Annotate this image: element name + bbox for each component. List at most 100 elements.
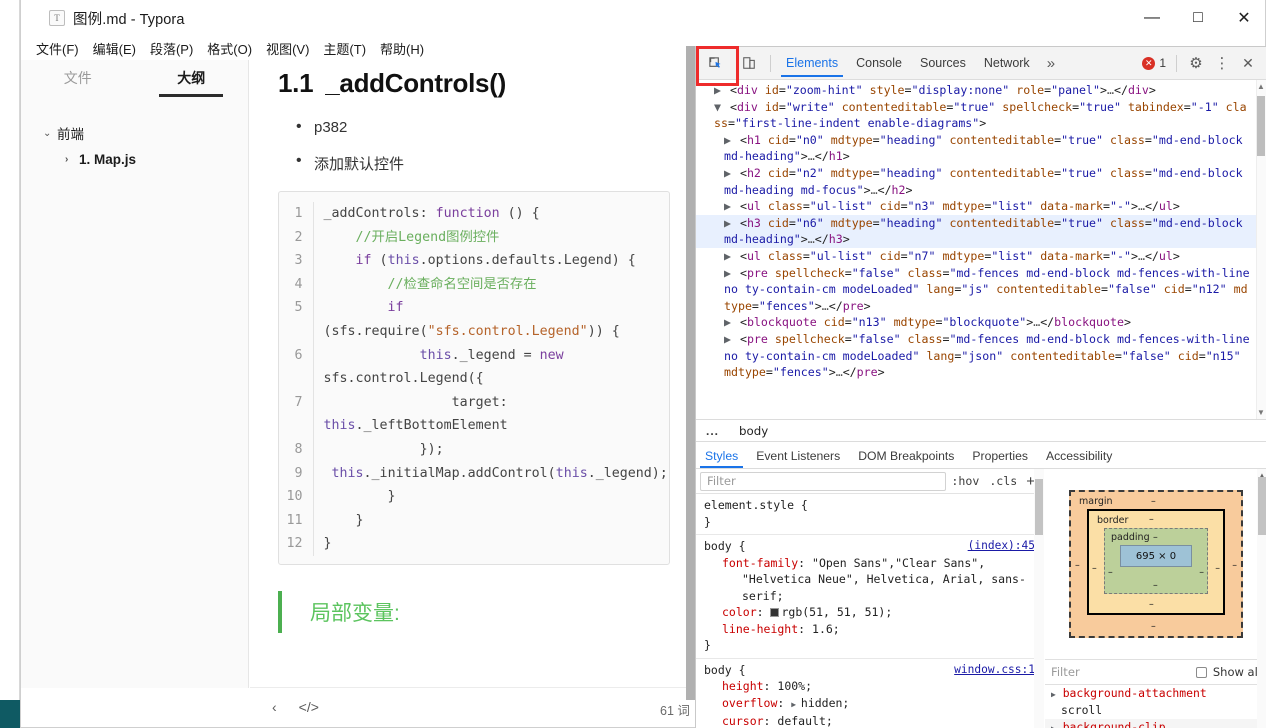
expand-arrow-icon[interactable]: ▶: [724, 166, 738, 180]
tab-elements[interactable]: Elements: [777, 50, 847, 77]
subtab-accessibility[interactable]: Accessibility: [1037, 446, 1121, 468]
margin-left-value[interactable]: –: [1075, 560, 1080, 571]
computed-scroll-thumb[interactable]: [1258, 477, 1266, 535]
close-button[interactable]: ✕: [1221, 0, 1265, 36]
padding-left-value[interactable]: –: [1108, 567, 1113, 578]
computed-property-row[interactable]: ▶ background-attachment scroll: [1045, 685, 1266, 719]
kebab-menu-icon[interactable]: ⋮: [1209, 50, 1235, 76]
dom-tree-node[interactable]: ▶ <div id="zoom-hint" style="display:non…: [696, 82, 1266, 99]
expand-arrow-icon[interactable]: ▶: [724, 266, 738, 280]
value-expand-icon[interactable]: ▶: [791, 700, 801, 709]
border-right-value[interactable]: –: [1215, 563, 1220, 574]
devtools-close-icon[interactable]: ✕: [1235, 50, 1261, 76]
box-model-margin[interactable]: margin – – – – border – – – – padding –: [1069, 490, 1243, 638]
outline-item-mapjs[interactable]: › 1. Map.js: [21, 146, 248, 172]
style-declaration[interactable]: height: 100%;: [704, 678, 1037, 695]
dom-tree-scroll-thumb[interactable]: [1257, 96, 1265, 156]
style-property-value[interactable]: "Open Sans","Clear Sans",: [812, 556, 985, 570]
dom-tree-node[interactable]: ▶ <pre spellcheck="false" class="md-fenc…: [696, 331, 1266, 381]
styles-scrollbar[interactable]: [1034, 469, 1044, 728]
devtools-dock-divider[interactable]: [686, 46, 695, 700]
border-bottom-value[interactable]: –: [1149, 599, 1154, 610]
style-property-value[interactable]: rgb(51, 51, 51);: [781, 605, 892, 619]
expand-arrow-icon[interactable]: ▶: [714, 83, 728, 97]
expand-arrow-icon[interactable]: ▶: [724, 332, 738, 346]
margin-bottom-value[interactable]: –: [1151, 621, 1156, 632]
tab-console[interactable]: Console: [847, 50, 911, 77]
style-rule[interactable]: body {(index):45 font-family: "Open Sans"…: [696, 535, 1043, 659]
style-property-name[interactable]: line-height: [722, 622, 798, 636]
style-property-name[interactable]: color: [722, 605, 757, 619]
editor-pane[interactable]: 1.1 _addControls() p382 添加默认控件 1 _addCont…: [250, 60, 700, 688]
style-declaration[interactable]: overflow: ▶ hidden;: [704, 695, 1037, 714]
style-rule[interactable]: body {window.css:1 height: 100%; overflow:…: [696, 659, 1043, 728]
dom-tree-node[interactable]: ▶ <ul class="ul-list" cid="n7" mdtype="l…: [696, 248, 1266, 265]
menu-format[interactable]: 格式(O): [200, 37, 259, 60]
expand-arrow-icon[interactable]: ▶: [1051, 724, 1056, 728]
expand-arrow-icon[interactable]: ▶: [724, 133, 738, 147]
minimize-button[interactable]: —: [1129, 0, 1175, 36]
style-property-value[interactable]: 1.6;: [812, 622, 840, 636]
word-count[interactable]: 61 词: [660, 700, 690, 719]
style-rule-selector[interactable]: element.style {: [704, 497, 1037, 514]
code-fence-js[interactable]: 1 _addControls: function () { 2 //开启Lege…: [278, 191, 670, 565]
style-property-name[interactable]: font-family: [722, 556, 798, 570]
padding-bottom-value[interactable]: –: [1153, 580, 1158, 591]
subtab-dom-breakpoints[interactable]: DOM Breakpoints: [849, 446, 963, 468]
margin-right-value[interactable]: –: [1232, 560, 1237, 571]
computed-filter-input[interactable]: Filter: [1051, 665, 1190, 679]
expand-arrow-icon[interactable]: ▶: [1051, 690, 1056, 699]
menu-file[interactable]: 文件(F): [29, 37, 86, 60]
expand-arrow-icon[interactable]: ▶: [724, 216, 738, 230]
computed-pane[interactable]: margin – – – – border – – – – padding –: [1045, 469, 1266, 728]
elements-dom-tree[interactable]: ▶ <div id="zoom-hint" style="display:non…: [696, 80, 1266, 419]
subtab-styles[interactable]: Styles: [696, 446, 747, 468]
styles-scroll-thumb[interactable]: [1035, 479, 1043, 535]
expand-arrow-icon[interactable]: ▶: [724, 199, 738, 213]
dom-tree-scrollbar[interactable]: ▲ ▼: [1256, 80, 1266, 419]
box-model-content[interactable]: 695 × 0: [1120, 545, 1192, 567]
border-top-value[interactable]: –: [1149, 514, 1154, 525]
expand-arrow-icon[interactable]: ▶: [724, 315, 738, 329]
dom-tree-node[interactable]: ▶ <h2 cid="n2" mdtype="heading" contente…: [696, 165, 1266, 198]
outline-item-frontend[interactable]: ⌄ 前端: [21, 120, 248, 146]
dom-tree-node[interactable]: ▼ <div id="write" contenteditable="true"…: [696, 99, 1266, 132]
menu-theme[interactable]: 主题(T): [316, 37, 373, 60]
sidebar-tab-outline[interactable]: 大纲: [135, 68, 249, 97]
hov-button[interactable]: :hov: [946, 474, 984, 488]
expand-arrow-icon[interactable]: ▶: [724, 249, 738, 263]
sidebar-tab-files[interactable]: 文件: [21, 68, 135, 97]
cls-button[interactable]: .cls: [984, 474, 1022, 488]
style-declaration[interactable]: cursor: default;: [704, 713, 1037, 728]
chevron-right-icon[interactable]: ›: [65, 154, 79, 165]
scroll-up-icon[interactable]: ▲: [1257, 82, 1265, 91]
document-body[interactable]: 1.1 _addControls() p382 添加默认控件 1 _addCont…: [250, 68, 700, 633]
computed-scrollbar[interactable]: ▲ ▼: [1257, 469, 1266, 728]
style-rule-source-link[interactable]: (index):45: [968, 538, 1035, 555]
scroll-down-icon[interactable]: ▼: [1257, 408, 1265, 417]
menu-view[interactable]: 视图(V): [259, 37, 316, 60]
gear-icon[interactable]: ⚙: [1183, 50, 1209, 76]
inspect-element-icon[interactable]: [700, 50, 730, 77]
subtab-properties[interactable]: Properties: [963, 446, 1037, 468]
style-property-value[interactable]: hidden;: [801, 696, 849, 710]
padding-right-value[interactable]: –: [1199, 567, 1204, 578]
menu-help[interactable]: 帮助(H): [373, 37, 431, 60]
style-property-name[interactable]: overflow: [722, 696, 777, 710]
style-property-name[interactable]: height: [722, 679, 764, 693]
style-declaration[interactable]: line-height: 1.6;: [704, 621, 1037, 638]
menu-paragraph[interactable]: 段落(P): [143, 37, 200, 60]
box-model-border[interactable]: border – – – – padding – – – – 695 × 0: [1087, 509, 1225, 615]
style-declaration[interactable]: font-family: "Open Sans","Clear Sans",: [704, 555, 1037, 572]
show-all-label[interactable]: Show all: [1213, 665, 1261, 679]
maximize-button[interactable]: □: [1175, 0, 1221, 36]
dom-tree-node[interactable]: ▶ <blockquote cid="n13" mdtype="blockquo…: [696, 314, 1266, 331]
more-tabs-icon[interactable]: »: [1039, 53, 1063, 74]
border-left-value[interactable]: –: [1092, 563, 1097, 574]
tab-network[interactable]: Network: [975, 50, 1039, 77]
subtab-event-listeners[interactable]: Event Listeners: [747, 446, 849, 468]
menu-edit[interactable]: 编辑(E): [86, 37, 143, 60]
collapse-arrow-icon[interactable]: ▼: [714, 100, 728, 114]
padding-top-value[interactable]: –: [1153, 532, 1158, 543]
tab-sources[interactable]: Sources: [911, 50, 975, 77]
